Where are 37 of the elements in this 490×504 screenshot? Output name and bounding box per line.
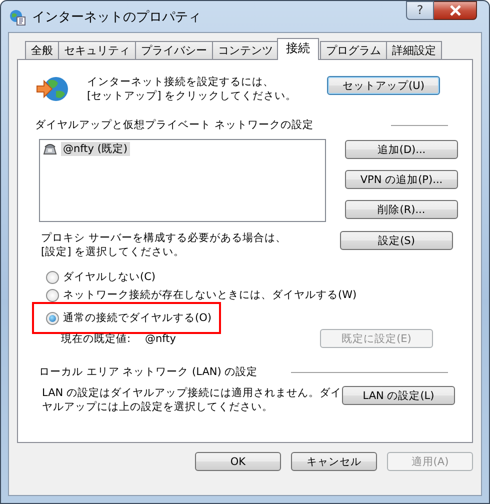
dialup-button[interactable]: VPN の追加(P)... — [345, 170, 458, 189]
radio-button[interactable] — [46, 288, 59, 302]
current-default-label: 現在の既定値: — [61, 332, 132, 346]
connection-item[interactable]: @nfty (既定) — [61, 142, 130, 156]
close-icon — [448, 5, 462, 16]
radio-label[interactable]: 通常の接続でダイヤルする(O) — [63, 311, 212, 325]
radio-button[interactable] — [46, 312, 59, 324]
phone-icon — [42, 143, 58, 155]
connection-list[interactable]: @nfty (既定) — [39, 139, 326, 222]
setup-button[interactable]: セットアップ(U) — [327, 76, 440, 95]
globe-icon — [36, 75, 69, 103]
close-button[interactable] — [434, 1, 477, 20]
tab[interactable]: セキュリティ — [58, 41, 136, 60]
lan-instructions: LAN の設定はダイヤルアップ接続には適用されません。ダイ ヤルアップには上の設定を選択してください。 — [42, 386, 342, 414]
dialog-button[interactable]: OK — [195, 452, 281, 471]
section-heading: ローカル エリア ネットワーク (LAN) の設定 — [39, 365, 258, 379]
dialup-button[interactable]: 削除(R)... — [345, 200, 458, 219]
radio-label[interactable]: ネットワーク接続が存在しないときには、ダイヤルする(W) — [63, 288, 357, 302]
tab[interactable]: コンテンツ — [212, 41, 279, 60]
lan-settings-button[interactable]: LAN の設定(L) — [342, 386, 455, 405]
tab[interactable]: プログラム — [320, 41, 387, 60]
section-heading: ダイヤルアップと仮想プライベート ネットワークの設定 — [35, 118, 314, 132]
settings-button[interactable]: 設定(S) — [340, 231, 453, 250]
app-icon — [9, 8, 26, 26]
tab[interactable]: 全般 — [25, 41, 59, 60]
radio-label[interactable]: ダイヤルしない(C) — [63, 270, 156, 284]
dialog-button[interactable]: キャンセル — [291, 452, 377, 471]
help-button[interactable]: ? — [406, 1, 434, 20]
radio-button[interactable] — [46, 270, 59, 284]
dialup-button[interactable]: 追加(D)... — [345, 140, 458, 159]
window-title: インターネットのプロパティ — [32, 9, 201, 26]
tab[interactable]: プライバシー — [135, 41, 213, 60]
setup-instructions: インターネット接続を設定するには、 [セットアップ] をクリックしてください。 — [87, 75, 298, 103]
tab[interactable]: 詳細設定 — [386, 41, 442, 60]
current-default-value: @nfty — [145, 332, 177, 346]
tab[interactable]: 接続 — [277, 38, 319, 60]
proxy-instructions: プロキシ サーバーを構成する必要がある場合は、 [設定] を選択してください。 — [41, 231, 288, 259]
